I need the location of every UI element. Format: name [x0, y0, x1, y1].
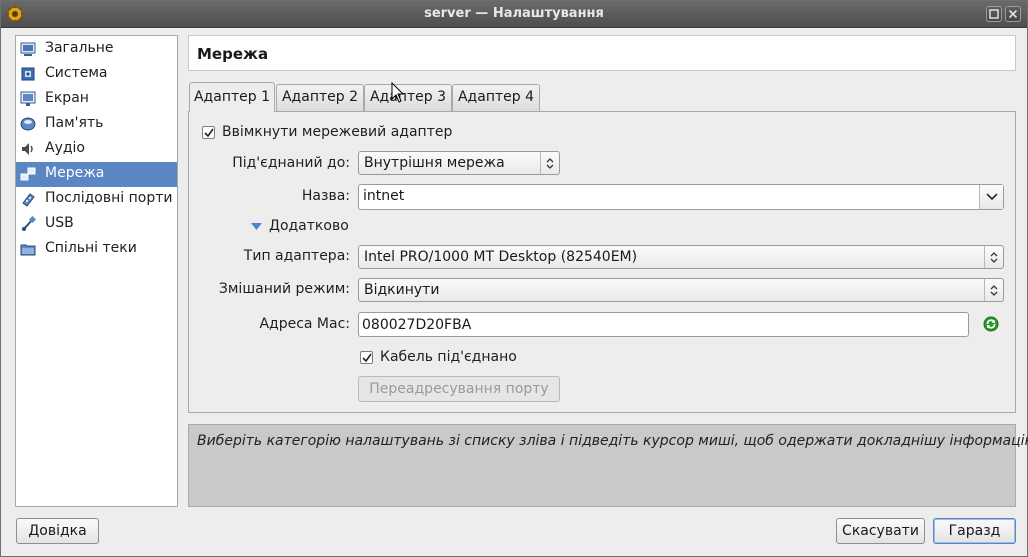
close-button[interactable]: [1005, 6, 1021, 22]
checkmark-icon: [204, 128, 214, 138]
attached-to-select[interactable]: Внутрішня мережа: [358, 151, 560, 175]
enable-adapter-checkbox[interactable]: [202, 126, 215, 139]
sidebar-item-usb[interactable]: USB: [16, 212, 177, 237]
tab-adapter-3[interactable]: Адаптер 3: [364, 84, 452, 111]
shared-folders-icon: [20, 244, 36, 256]
ok-button[interactable]: Гаразд: [933, 518, 1016, 544]
category-list[interactable]: Загальне Система Екран Пам'ять Аудіо Мер…: [15, 35, 178, 507]
usb-icon: [22, 216, 36, 231]
tab-adapter-2[interactable]: Адаптер 2: [276, 84, 364, 111]
serial-ports-icon: [22, 193, 35, 207]
sidebar-item-shared-folders[interactable]: Спільні теки: [16, 237, 177, 262]
sidebar-item-label: Система: [45, 65, 108, 81]
chevron-down-icon: [986, 193, 998, 201]
updown-arrows-icon: [984, 279, 1003, 301]
updown-arrows-icon: [984, 246, 1003, 268]
general-icon: [20, 42, 36, 56]
sidebar-item-label: Послідовні порти: [45, 190, 173, 206]
adapter-type-value: Intel PRO/1000 MT Desktop (82540EM): [364, 249, 638, 265]
network-name-combobox[interactable]: intnet: [358, 184, 1004, 210]
tab-label: Адаптер 2: [281, 89, 358, 105]
mac-address-field[interactable]: [358, 312, 969, 337]
enable-adapter-label[interactable]: Ввімкнути мережевий адаптер: [222, 124, 452, 140]
updown-arrows-icon: [540, 152, 559, 174]
tab-label: Адаптер 3: [369, 89, 446, 105]
mac-address-label: Адреса Mac:: [259, 316, 350, 332]
help-button[interactable]: Довідка: [16, 518, 99, 544]
sidebar-item-label: Екран: [45, 90, 89, 106]
sidebar-item-storage[interactable]: Пам'ять: [16, 112, 177, 137]
sidebar-item-label: Загальне: [45, 40, 114, 56]
page-header: Мережа: [188, 35, 1016, 71]
checkmark-icon: [362, 353, 372, 363]
storage-icon: [20, 117, 36, 131]
audio-icon: [22, 143, 33, 155]
cable-connected-label[interactable]: Кабель під'єднано: [380, 349, 517, 365]
sidebar-item-serial-ports[interactable]: Послідовні порти: [16, 187, 177, 212]
sidebar-item-label: Пам'ять: [45, 115, 104, 131]
mouse-cursor-icon: [391, 82, 405, 103]
cancel-button-label: Скасувати: [842, 523, 919, 539]
mac-address-input[interactable]: [359, 313, 968, 336]
close-icon: [1008, 9, 1018, 19]
help-button-label: Довідка: [28, 523, 87, 539]
network-icon: [20, 167, 36, 181]
sidebar-item-system[interactable]: Система: [16, 62, 177, 87]
network-name-value: intnet: [363, 188, 405, 204]
tab-adapter-1[interactable]: Адаптер 1: [189, 82, 275, 112]
sidebar-item-label: USB: [45, 215, 74, 231]
sidebar-item-display[interactable]: Екран: [16, 87, 177, 112]
promiscuous-mode-label: Змішаний режим:: [218, 281, 350, 297]
ok-button-label: Гаразд: [948, 523, 1001, 539]
display-icon: [20, 91, 36, 106]
settings-window: server — Налаштування Загальне Система Е…: [0, 0, 1028, 557]
name-label: Назва:: [301, 188, 350, 204]
tab-label: Адаптер 1: [193, 89, 270, 105]
sidebar-item-network[interactable]: Мережа: [16, 162, 177, 187]
attached-to-label: Під'єднаний до:: [232, 155, 350, 171]
sidebar-item-label: Мережа: [45, 165, 105, 181]
port-forwarding-button[interactable]: Переадресування порту: [358, 376, 560, 402]
port-forwarding-label: Переадресування порту: [369, 381, 549, 397]
system-icon: [21, 67, 35, 81]
maximize-button[interactable]: [986, 6, 1002, 22]
info-panel: Виберіть категорію налаштувань зі списку…: [188, 424, 1028, 507]
sidebar-item-audio[interactable]: Аудіо: [16, 137, 177, 162]
promiscuous-mode-select[interactable]: Відкинути: [358, 278, 1004, 302]
window-title: server — Налаштування: [424, 6, 604, 21]
sidebar-item-general[interactable]: Загальне: [16, 37, 177, 62]
page-title: Мережа: [197, 45, 269, 63]
info-text: Виберіть категорію налаштувань зі списку…: [197, 433, 1028, 449]
tab-label: Адаптер 4: [457, 89, 534, 105]
cable-connected-checkbox[interactable]: [360, 351, 373, 364]
adapter-type-label: Тип адаптера:: [243, 248, 350, 264]
attached-to-value: Внутрішня мережа: [364, 155, 505, 171]
cancel-button[interactable]: Скасувати: [836, 518, 925, 544]
adapter-type-select[interactable]: Intel PRO/1000 MT Desktop (82540EM): [358, 245, 1004, 269]
tab-adapter-4[interactable]: Адаптер 4: [452, 84, 540, 111]
maximize-icon: [989, 9, 999, 19]
expand-triangle-icon[interactable]: [251, 223, 262, 231]
dropdown-button[interactable]: [979, 185, 1003, 209]
title-bar[interactable]: server — Налаштування: [1, 1, 1027, 28]
advanced-toggle[interactable]: Додатково: [269, 218, 349, 234]
refresh-icon[interactable]: [983, 316, 999, 332]
promiscuous-mode-value: Відкинути: [364, 282, 440, 298]
sidebar-item-label: Спільні теки: [45, 240, 137, 256]
sidebar-item-label: Аудіо: [45, 140, 85, 156]
